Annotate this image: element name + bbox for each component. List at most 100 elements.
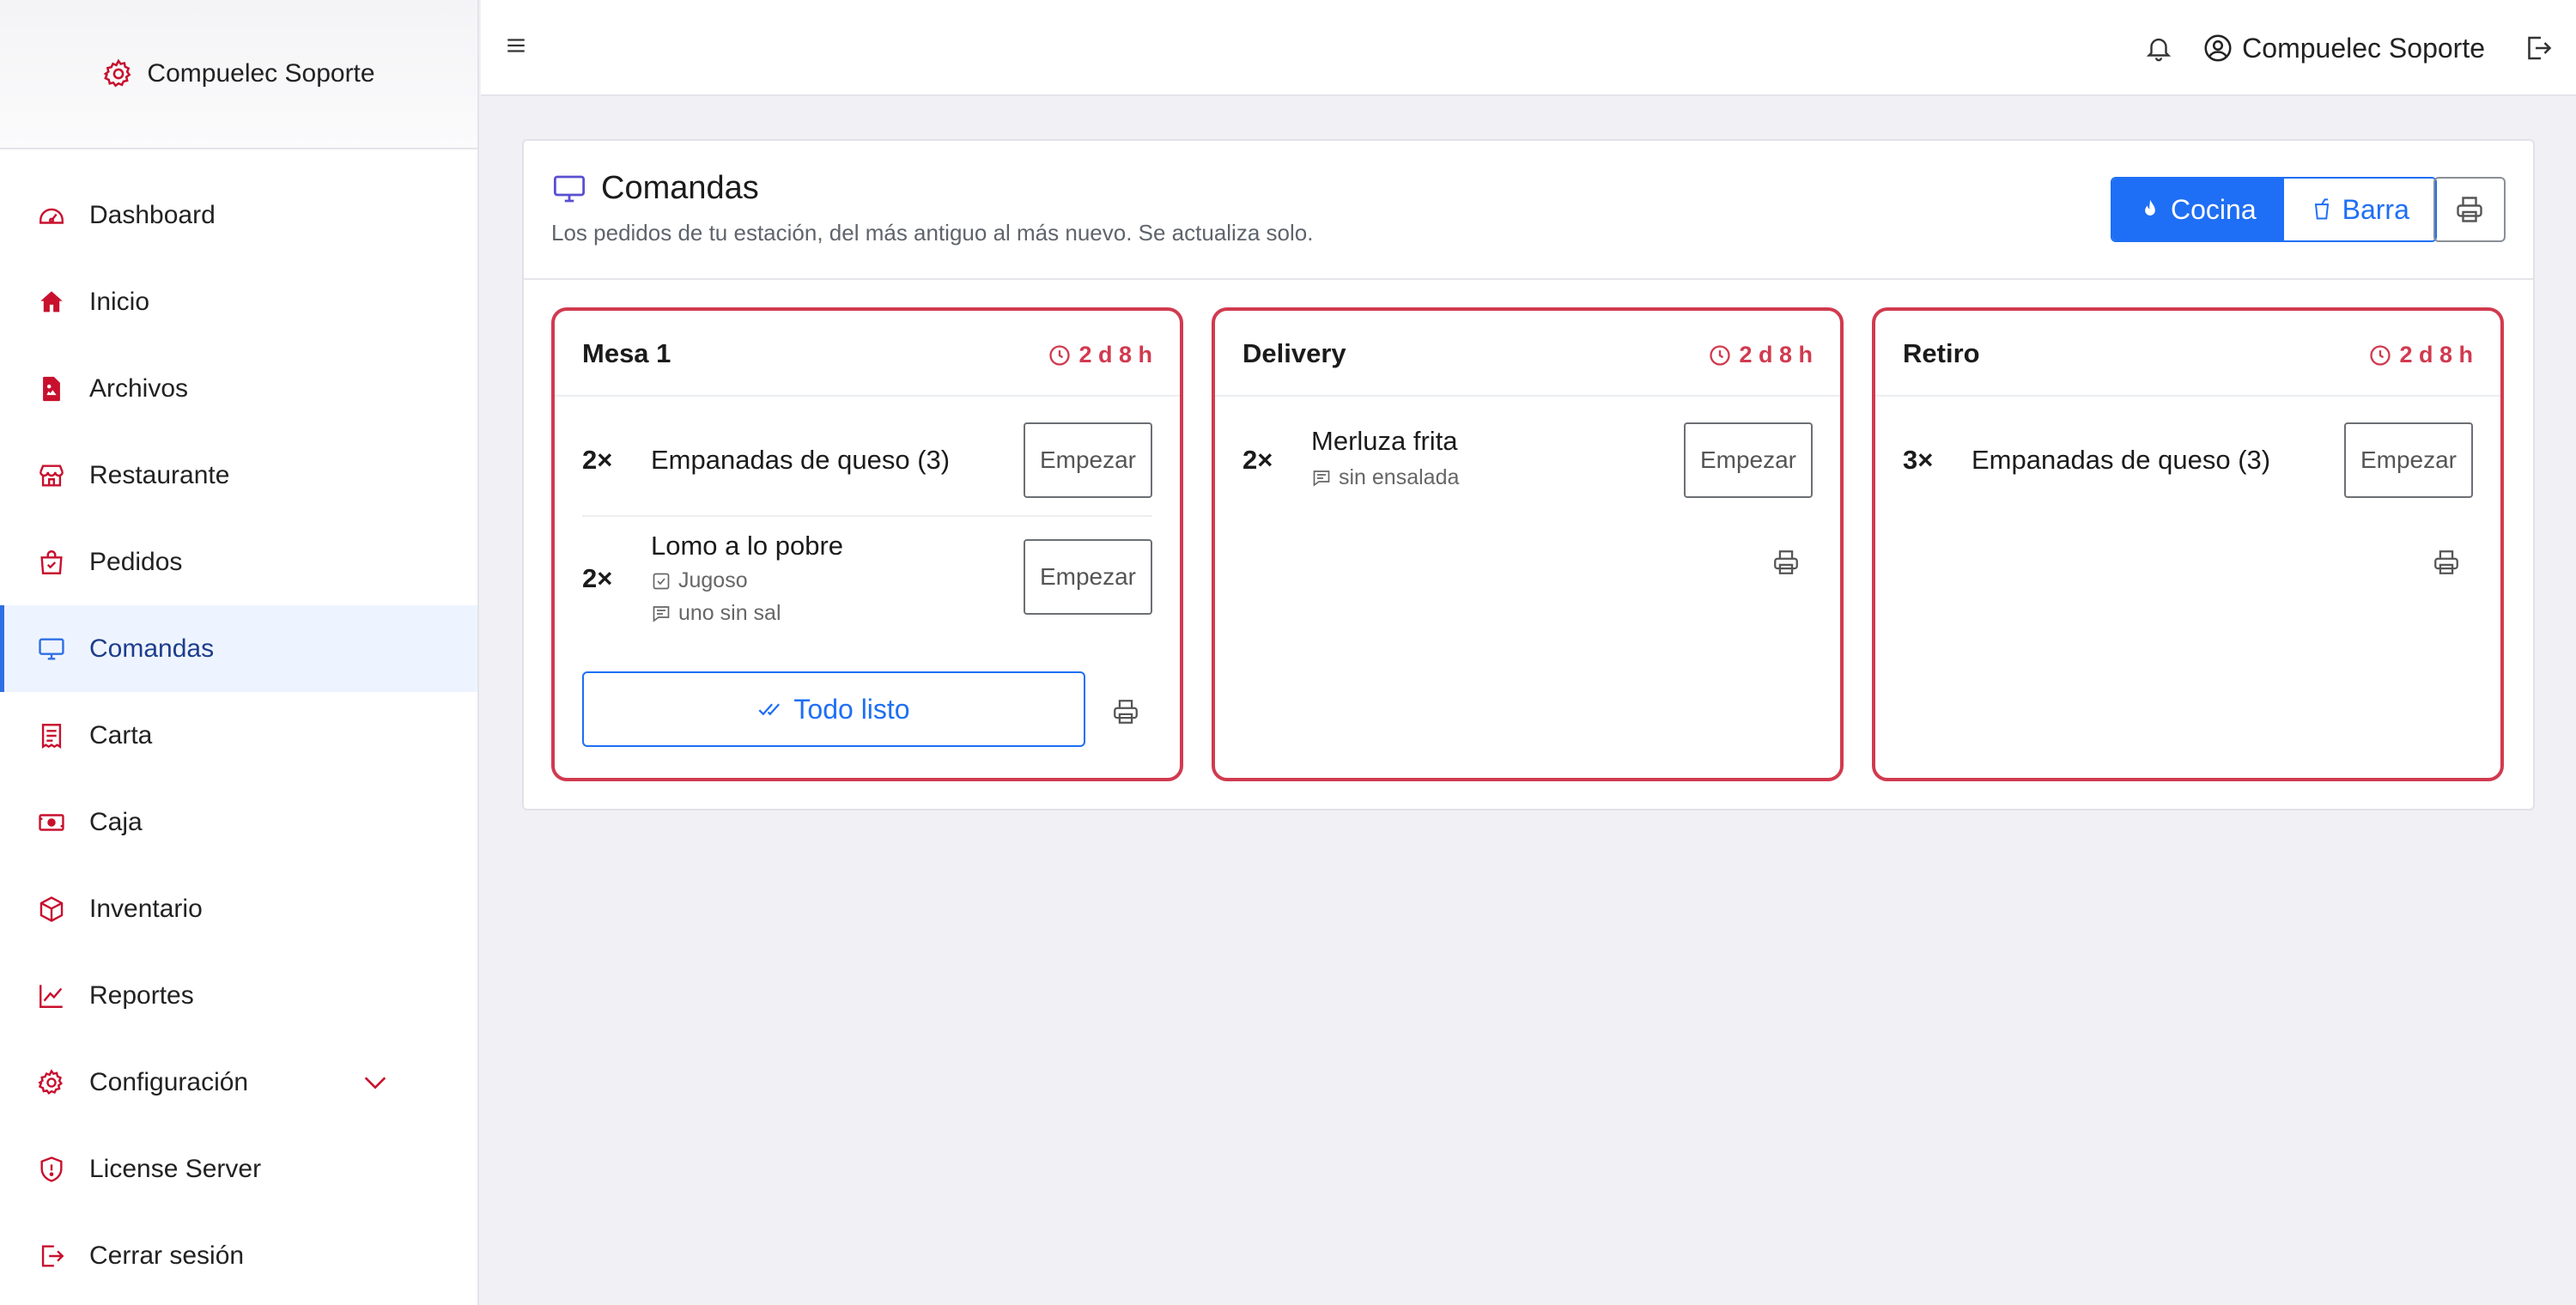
printer-icon[interactable] xyxy=(1111,697,1140,726)
sidebar-item-reportes[interactable]: Reportes xyxy=(0,952,477,1039)
order-title: Delivery xyxy=(1242,338,1346,368)
sidebar-item-dashboard[interactable]: Dashboard xyxy=(0,172,477,258)
start-item-button[interactable]: Empezar xyxy=(1024,422,1152,498)
item-qty: 3× xyxy=(1903,445,1934,475)
item-name: Empanadas de queso (3) xyxy=(651,445,951,475)
sidebar-item-label: Carta xyxy=(89,720,153,750)
order-item: 2× Lomo a lo pobre Jugoso uno sin sal Em… xyxy=(582,531,1152,625)
user-menu[interactable]: Compuelec Soporte xyxy=(2202,33,2485,64)
comandas-panel: Comandas Los pedidos de tu estación, del… xyxy=(522,139,2535,810)
sidebar-item-label: Comandas xyxy=(89,634,215,663)
printer-icon[interactable] xyxy=(1771,548,1801,577)
item-option: Jugoso xyxy=(651,568,748,593)
topbar: Compuelec Soporte xyxy=(481,0,2576,96)
order-age: 2 d 8 h xyxy=(1708,342,1813,368)
order-item: 2× Empanadas de queso (3) Empezar xyxy=(582,422,1152,500)
chat-icon xyxy=(651,604,671,624)
order-age-text: 2 d 8 h xyxy=(2399,342,2473,367)
receipt-icon xyxy=(36,720,67,751)
clock-icon xyxy=(1708,343,1732,367)
station-label: Cocina xyxy=(2171,193,2257,225)
station-cocina-button[interactable]: Cocina xyxy=(2112,179,2282,240)
clock-icon xyxy=(2368,343,2392,367)
sidebar-item-inicio[interactable]: Inicio xyxy=(0,258,477,345)
sidebar-item-label: Archivos xyxy=(89,373,189,403)
sidebar-item-cerrar-sesion[interactable]: Cerrar sesión xyxy=(0,1212,477,1299)
shop-icon xyxy=(36,460,67,491)
item-option-text: Jugoso xyxy=(678,568,748,592)
station-label: Barra xyxy=(2342,193,2409,225)
sidebar-item-inventario[interactable]: Inventario xyxy=(0,865,477,952)
sidebar-item-comandas[interactable]: Comandas xyxy=(0,605,477,692)
sidebar-item-label: Inicio xyxy=(89,287,150,316)
all-ready-label: Todo listo xyxy=(793,693,910,725)
page-subtitle: Los pedidos de tu estación, del más anti… xyxy=(551,220,1314,246)
display-icon xyxy=(36,634,67,665)
chat-icon xyxy=(1311,468,1332,489)
gear-icon xyxy=(102,58,135,90)
item-comment-text: uno sin sal xyxy=(678,601,781,625)
sidebar-item-label: Cerrar sesión xyxy=(89,1241,245,1270)
home-icon xyxy=(36,287,67,318)
order-card-retiro: Retiro 2 d 8 h 3× Empanadas de queso (3)… xyxy=(1872,307,2504,781)
sidebar-item-configuracion[interactable]: Configuración xyxy=(0,1039,477,1126)
logout-icon[interactable] xyxy=(2523,33,2554,64)
station-barra-button[interactable]: Barra xyxy=(2281,179,2435,240)
clock-icon xyxy=(1048,343,1072,367)
item-qty: 2× xyxy=(1242,445,1273,475)
brand-name: Compuelec Soporte xyxy=(147,59,375,88)
item-comment-text: sin ensalada xyxy=(1339,465,1460,489)
sidebar-item-pedidos[interactable]: Pedidos xyxy=(0,519,477,605)
order-age-text: 2 d 8 h xyxy=(1078,342,1152,367)
sidebar-item-label: Dashboard xyxy=(89,200,216,229)
check-all-icon xyxy=(757,697,785,721)
print-all-button[interactable] xyxy=(2433,177,2506,242)
start-item-button[interactable]: Empezar xyxy=(2344,422,2473,498)
order-card-header: Retiro 2 d 8 h xyxy=(1875,311,2500,397)
cup-icon xyxy=(2310,197,2334,222)
sidebar-item-archivos[interactable]: Archivos xyxy=(0,345,477,432)
logout-icon xyxy=(36,1241,67,1272)
sidebar-item-label: Configuración xyxy=(89,1067,249,1096)
sidebar: Compuelec Soporte Dashboard Inicio Archi… xyxy=(0,0,479,1305)
start-item-button[interactable]: Empezar xyxy=(1684,422,1813,498)
order-title: Retiro xyxy=(1903,338,1980,368)
order-card-delivery: Delivery 2 d 8 h 2× Merluza frita sin en… xyxy=(1212,307,1844,781)
page-title: Comandas xyxy=(551,170,759,207)
page-title-text: Comandas xyxy=(601,170,759,206)
sidebar-item-license-server[interactable]: License Server xyxy=(0,1126,477,1212)
item-name: Lomo a lo pobre xyxy=(651,531,844,561)
item-comment: sin ensalada xyxy=(1311,465,1459,490)
brand[interactable]: Compuelec Soporte xyxy=(0,0,477,149)
chevron-down-icon[interactable] xyxy=(361,1068,390,1097)
all-ready-button[interactable]: Todo listo xyxy=(582,671,1085,747)
sidebar-item-carta[interactable]: Carta xyxy=(0,692,477,779)
hamburger-menu-icon[interactable] xyxy=(505,33,527,58)
printer-icon[interactable] xyxy=(2432,548,2461,577)
graph-icon xyxy=(36,980,67,1011)
cash-icon xyxy=(36,807,67,838)
check-square-icon xyxy=(651,571,671,592)
item-divider xyxy=(582,515,1152,517)
sidebar-item-restaurante[interactable]: Restaurante xyxy=(0,432,477,519)
order-card-mesa-1: Mesa 1 2 d 8 h 2× Empanadas de queso (3)… xyxy=(551,307,1183,781)
order-age: 2 d 8 h xyxy=(2368,342,2473,368)
item-name: Empanadas de queso (3) xyxy=(1971,445,2271,475)
start-item-button[interactable]: Empezar xyxy=(1024,539,1152,615)
order-card-header: Delivery 2 d 8 h xyxy=(1215,311,1840,397)
order-card-header: Mesa 1 2 d 8 h xyxy=(555,311,1180,397)
panel-header: Comandas Los pedidos de tu estación, del… xyxy=(524,141,2533,280)
order-item: 3× Empanadas de queso (3) Empezar xyxy=(1903,422,2473,500)
box-icon xyxy=(36,894,67,925)
item-qty: 2× xyxy=(582,563,613,593)
file-image-icon xyxy=(36,373,67,404)
sidebar-item-label: Reportes xyxy=(89,980,194,1010)
sidebar-item-label: Restaurante xyxy=(89,460,230,489)
sidebar-item-label: Caja xyxy=(89,807,143,836)
order-title: Mesa 1 xyxy=(582,338,671,368)
item-comment: uno sin sal xyxy=(651,601,781,626)
item-name: Merluza frita xyxy=(1311,426,1458,456)
sidebar-item-caja[interactable]: Caja xyxy=(0,779,477,865)
bell-icon[interactable] xyxy=(2144,33,2173,63)
station-toggle: Cocina Barra xyxy=(2111,177,2437,242)
